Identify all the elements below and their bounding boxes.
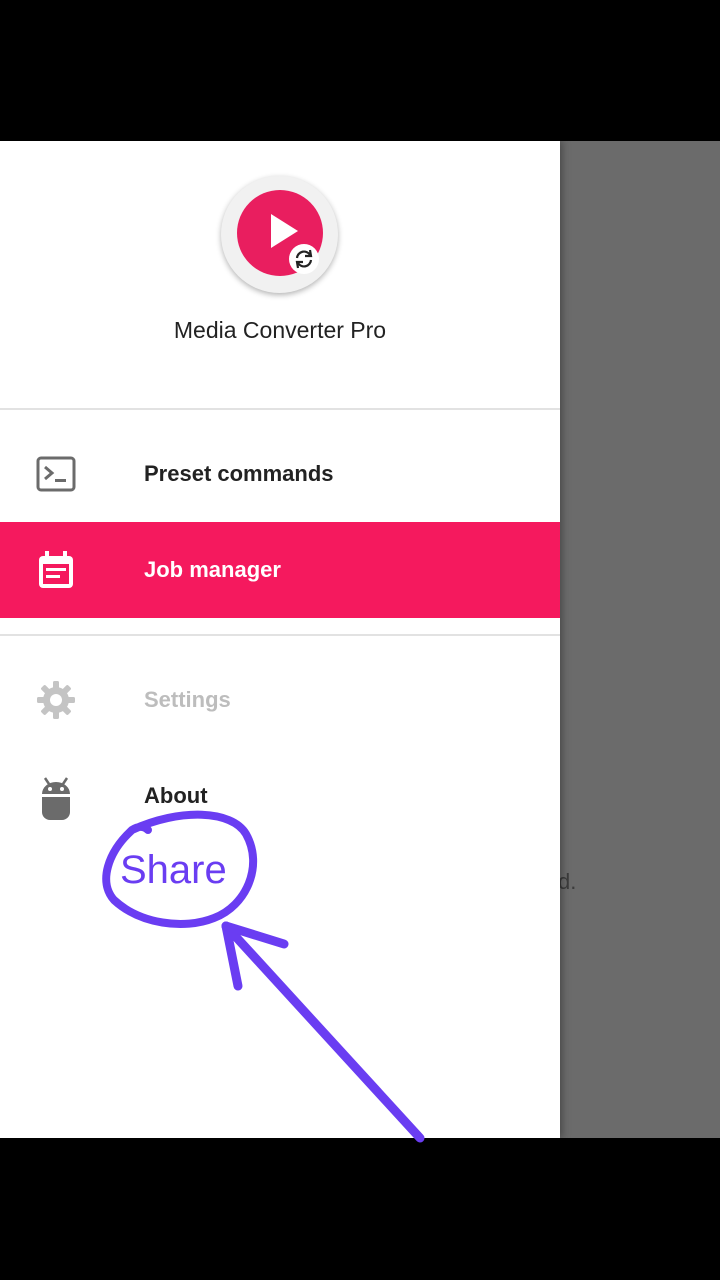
gear-icon [36, 680, 76, 720]
background-partial-text: d. [560, 869, 577, 894]
drawer-item-label: About [144, 783, 208, 808]
drawer-item-about[interactable]: About [0, 748, 560, 844]
terminal-icon [36, 454, 76, 494]
drawer-item-label: Job manager [144, 557, 281, 582]
drawer-scrim[interactable]: d. [560, 141, 720, 1138]
annotation-share-label: Share [120, 848, 227, 892]
drawer-header: Media Converter Pro [0, 141, 560, 409]
app-title: Media Converter Pro [173, 317, 387, 343]
drawer-item-preset-commands[interactable]: Preset commands [0, 426, 560, 522]
navigation-bar-area [0, 1138, 720, 1280]
sync-icon [289, 244, 319, 274]
drawer-item-settings[interactable]: Settings [0, 652, 560, 748]
drawer-item-label: Settings [144, 687, 231, 712]
drawer-item-label: Preset commands [144, 461, 334, 486]
divider [0, 634, 560, 636]
status-bar-area [0, 0, 720, 141]
navigation-drawer: Media Converter Pro Preset commands Job … [0, 141, 560, 1138]
app-logo-icon [221, 176, 338, 293]
android-icon [36, 776, 76, 820]
drawer-item-job-manager[interactable]: Job manager [0, 522, 560, 618]
divider [0, 408, 560, 410]
calendar-icon [36, 550, 76, 590]
